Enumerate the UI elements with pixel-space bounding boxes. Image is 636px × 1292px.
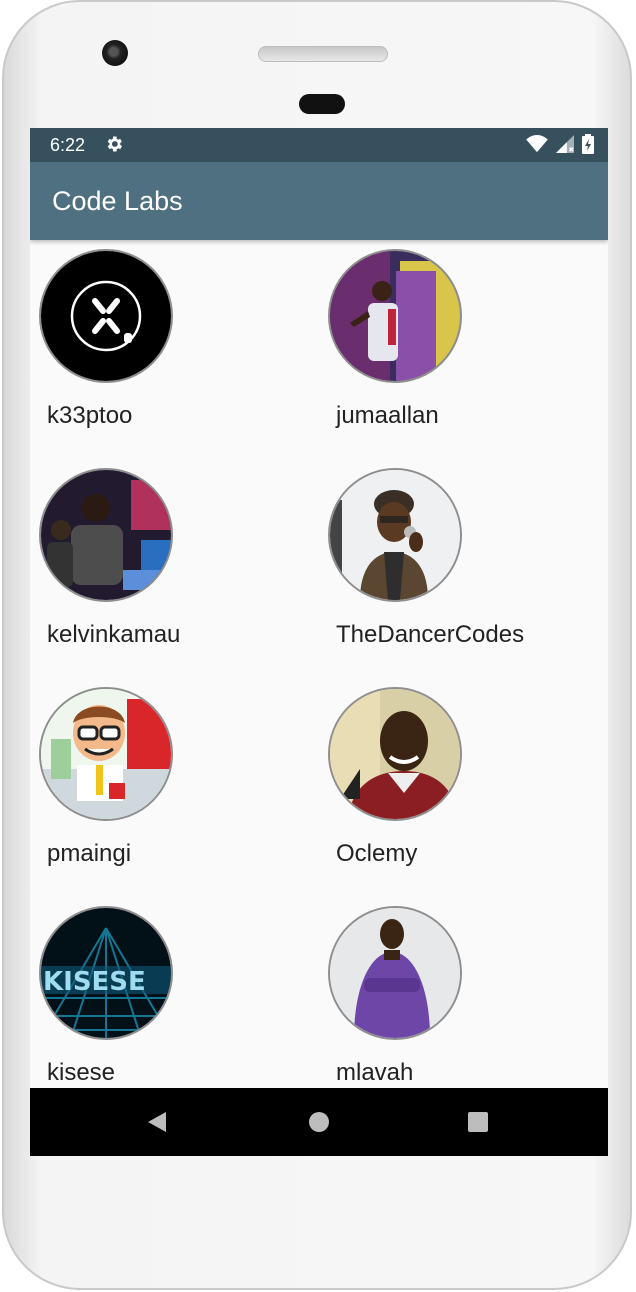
status-bar: 6:22 (30, 128, 608, 162)
gear-icon (107, 136, 122, 152)
user-avatar[interactable] (39, 468, 173, 602)
wifi-icon (526, 135, 548, 153)
front-camera (102, 40, 128, 66)
user-card[interactable]: KISESE kisese (30, 897, 319, 1116)
user-avatar[interactable]: KISESE (39, 906, 173, 1040)
user-avatar[interactable] (328, 906, 462, 1040)
home-icon[interactable] (308, 1110, 330, 1134)
recents-icon[interactable] (467, 1110, 489, 1134)
username: kisese (47, 1059, 116, 1086)
user-card[interactable]: Oclemy (319, 678, 608, 897)
user-card[interactable]: mlavah (319, 897, 608, 1116)
username: kelvinkamau (47, 621, 181, 648)
back-icon[interactable] (146, 1110, 168, 1134)
username: TheDancerCodes (336, 621, 525, 648)
app-title: Code Labs (52, 186, 183, 216)
app-bar: Code Labs (30, 162, 608, 240)
navigation-bar (30, 1088, 608, 1156)
user-card[interactable]: k33ptoo (30, 240, 319, 459)
user-avatar[interactable] (328, 687, 462, 821)
user-card[interactable]: kelvinkamau (30, 459, 319, 678)
status-time: 6:22 (50, 135, 86, 155)
cell-signal-icon (556, 135, 574, 153)
username: pmaingi (47, 840, 132, 867)
user-avatar[interactable] (39, 687, 173, 821)
username: jumaallan (336, 402, 439, 429)
svg-text:KISESE: KISESE (43, 967, 146, 997)
user-avatar[interactable] (328, 468, 462, 602)
user-grid[interactable]: k33ptoo jumaallan kelvinkamau TheDancerC… (30, 240, 608, 1088)
battery-charging-icon (582, 134, 594, 154)
username: Oclemy (336, 840, 418, 867)
user-avatar[interactable] (39, 249, 173, 383)
earpiece-speaker (258, 46, 388, 62)
proximity-sensor (299, 94, 345, 114)
username: k33ptoo (47, 402, 133, 429)
screen: 6:22 Code Labs k33ptoo jumaallan kelvink… (30, 128, 608, 1156)
user-card[interactable]: pmaingi (30, 678, 319, 897)
user-card[interactable]: jumaallan (319, 240, 608, 459)
username: mlavah (336, 1059, 414, 1086)
user-avatar[interactable] (328, 249, 462, 383)
user-card[interactable]: TheDancerCodes (319, 459, 608, 678)
